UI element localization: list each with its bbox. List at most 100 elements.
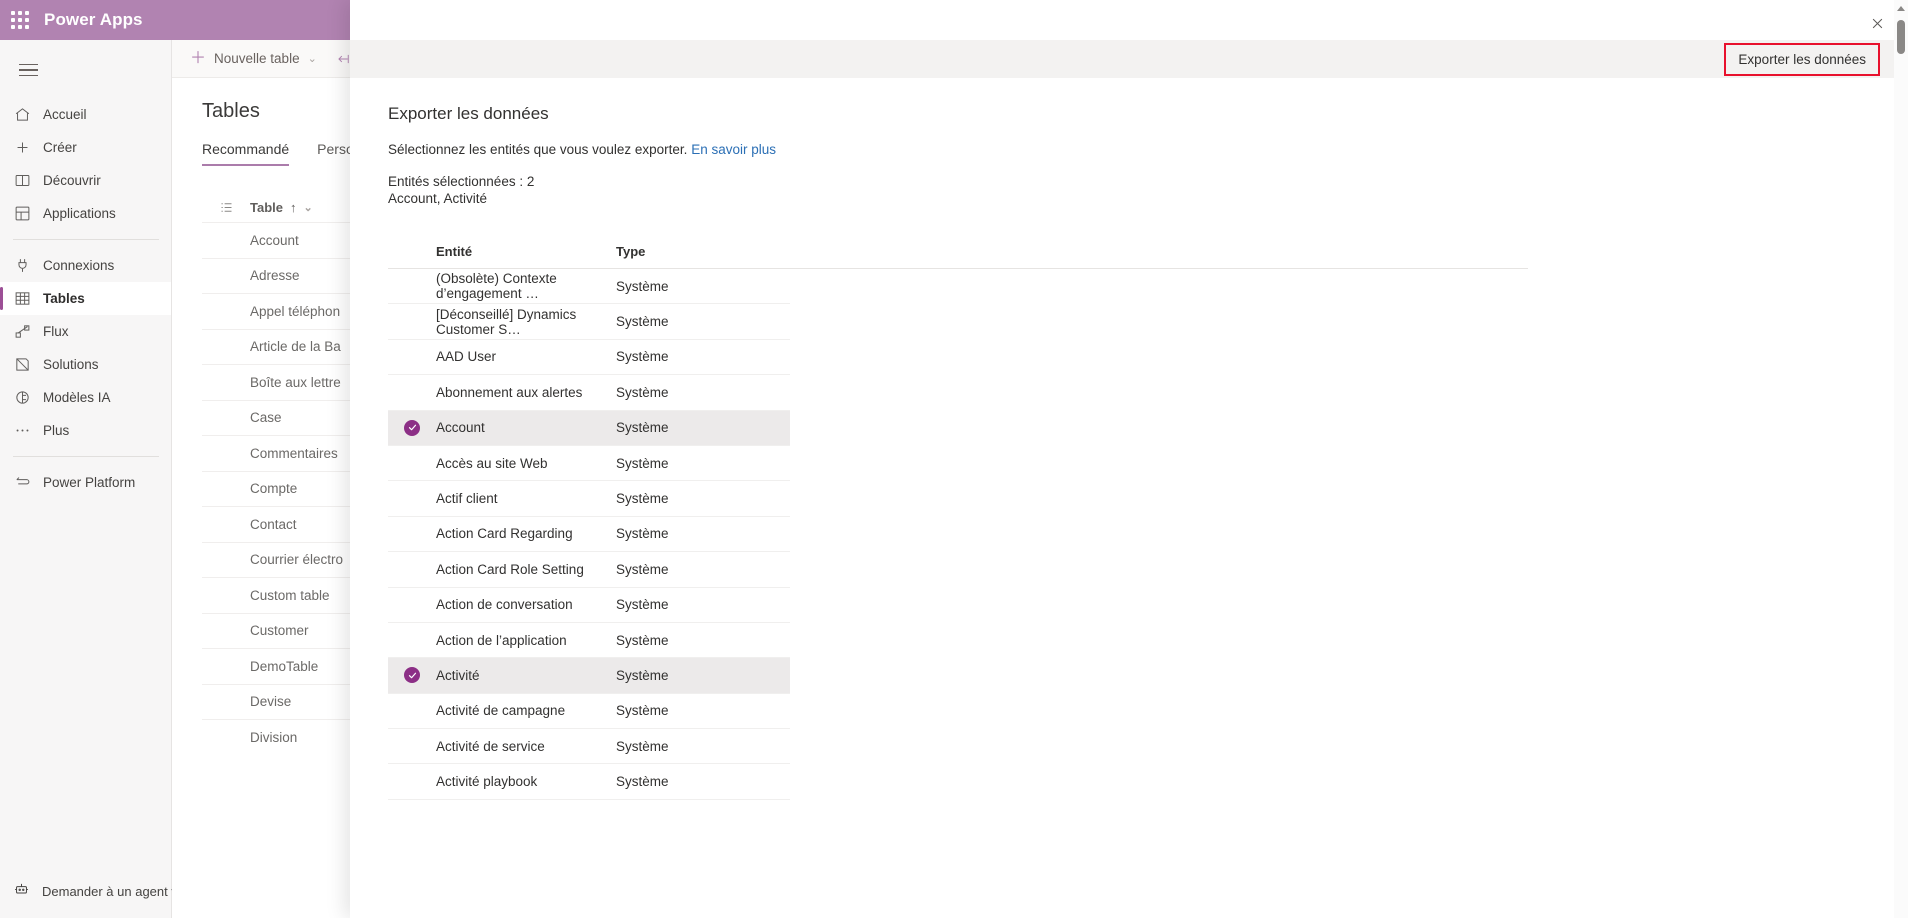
entity-type: Système bbox=[616, 561, 669, 577]
chevron-down-icon[interactable]: ⌄ bbox=[308, 52, 317, 65]
entity-name: Action Card Regarding bbox=[436, 526, 573, 542]
import-arrow-icon bbox=[335, 52, 351, 66]
entity-type: Système bbox=[616, 597, 669, 613]
sidebar-item-power-platform[interactable]: Power Platform bbox=[0, 466, 171, 499]
entity-type: Système bbox=[616, 314, 669, 330]
table-row-label: Division bbox=[250, 729, 298, 745]
check-circle-icon bbox=[404, 667, 420, 684]
entity-row[interactable]: Accès au site Web Système bbox=[388, 446, 790, 482]
entities-rows: (Obsolète) Contexte d’engagement … Systè… bbox=[388, 269, 1528, 800]
power-platform-icon bbox=[13, 474, 31, 492]
entity-row[interactable]: Action de conversation Système bbox=[388, 588, 790, 623]
robot-icon bbox=[13, 881, 30, 901]
entity-row[interactable]: (Obsolète) Contexte d’engagement … Systè… bbox=[388, 269, 790, 305]
selected-count-label: Entités sélectionnées : 2 bbox=[388, 174, 535, 189]
table-row-label: Boîte aux lettre bbox=[250, 374, 341, 390]
entity-row[interactable]: Abonnement aux alertes Système bbox=[388, 375, 790, 411]
solutions-icon bbox=[13, 356, 31, 374]
entity-type: Système bbox=[616, 632, 669, 648]
sidebar-item-decouvrir[interactable]: Découvrir bbox=[0, 164, 171, 197]
entity-name: AAD User bbox=[436, 349, 497, 365]
entity-name: Activité bbox=[436, 667, 480, 683]
plus-icon: ＋ bbox=[190, 49, 207, 67]
panel-command-bar: Exporter les données bbox=[350, 40, 1908, 78]
sidebar-label: Accueil bbox=[43, 107, 87, 122]
entity-row[interactable]: Actif client Système bbox=[388, 481, 790, 517]
panel-body: Exporter les données Sélectionnez les en… bbox=[350, 78, 1908, 800]
table-row-label: Compte bbox=[250, 481, 298, 497]
entity-row[interactable]: Activité playbook Système bbox=[388, 764, 790, 800]
ellipsis-icon bbox=[13, 422, 31, 440]
hamburger-icon[interactable] bbox=[8, 48, 48, 92]
entities-header-row: Entité Type bbox=[388, 233, 1528, 259]
sidebar-item-connexions[interactable]: Connexions bbox=[0, 249, 171, 282]
learn-more-link[interactable]: En savoir plus bbox=[691, 142, 776, 157]
scroll-up-arrow-icon[interactable] bbox=[1897, 6, 1905, 11]
entity-type: Système bbox=[616, 455, 669, 471]
export-data-button[interactable]: Exporter les données bbox=[1724, 42, 1880, 76]
screen: Power Apps Accueil Créer Découvrir Appli… bbox=[0, 0, 1908, 918]
new-table-label: Nouvelle table bbox=[214, 51, 300, 66]
sidebar-label: Solutions bbox=[43, 357, 99, 372]
panel-title: Exporter les données bbox=[388, 104, 549, 123]
sidebar-item-plus[interactable]: Plus bbox=[0, 414, 171, 447]
entity-row-selected[interactable]: Activité Système bbox=[388, 658, 790, 694]
entity-row[interactable]: [Déconseillé] Dynamics Customer S… Systè… bbox=[388, 304, 790, 340]
new-table-button[interactable]: ＋ Nouvelle table ⌄ bbox=[190, 49, 317, 67]
entity-type: Système bbox=[616, 420, 669, 436]
entity-name: Accès au site Web bbox=[436, 455, 548, 471]
sort-list-icon[interactable] bbox=[202, 200, 250, 215]
sidebar-item-accueil[interactable]: Accueil bbox=[0, 98, 171, 131]
entity-type: Système bbox=[616, 703, 669, 719]
tab-recommande[interactable]: Recommandé bbox=[202, 141, 290, 166]
sidebar-label: Tables bbox=[43, 291, 85, 306]
plus-icon bbox=[13, 139, 31, 157]
entity-row[interactable]: Action Card Role Setting Système bbox=[388, 552, 790, 588]
entity-row[interactable]: Action de l’application Système bbox=[388, 623, 790, 659]
entity-name: Action Card Role Setting bbox=[436, 561, 584, 577]
table-row-label: Customer bbox=[250, 623, 309, 639]
entity-checkbox-checked[interactable] bbox=[388, 419, 436, 436]
waffle-grid-icon[interactable] bbox=[10, 10, 30, 30]
table-row-label: Devise bbox=[250, 694, 292, 710]
ai-brain-icon bbox=[13, 389, 31, 407]
plug-icon bbox=[13, 257, 31, 275]
sidebar-label: Modèles IA bbox=[43, 390, 111, 405]
page-scrollbar[interactable] bbox=[1894, 0, 1908, 918]
table-row-label: Contact bbox=[250, 516, 297, 532]
entity-row[interactable]: AAD User Système bbox=[388, 340, 790, 376]
sidebar-label: Plus bbox=[43, 423, 70, 438]
entity-type: Système bbox=[616, 738, 669, 754]
entity-row[interactable]: Action Card Regarding Système bbox=[388, 517, 790, 553]
grid-column-table[interactable]: Table ↑ ⌄ bbox=[250, 200, 313, 215]
scrollbar-thumb[interactable] bbox=[1897, 20, 1905, 54]
entity-name: Activité de campagne bbox=[436, 703, 566, 719]
close-icon[interactable] bbox=[1866, 12, 1888, 34]
virtual-agent-label: Demander à un agent virt bbox=[42, 883, 172, 899]
entity-type: Système bbox=[616, 278, 669, 294]
table-row-label: Commentaires bbox=[250, 445, 338, 461]
sidebar-label: Découvrir bbox=[43, 173, 101, 188]
sidebar-item-creer[interactable]: Créer bbox=[0, 131, 171, 164]
selected-entities-names: Account, Activité bbox=[388, 191, 488, 206]
sidebar-item-solutions[interactable]: Solutions bbox=[0, 348, 171, 381]
virtual-agent-button[interactable]: Demander à un agent virt bbox=[0, 876, 172, 906]
entity-checkbox-checked[interactable] bbox=[388, 667, 436, 684]
chevron-down-icon[interactable]: ⌄ bbox=[304, 201, 313, 214]
entity-row[interactable]: Activité de service Système bbox=[388, 729, 790, 765]
sort-arrow-icon: ↑ bbox=[290, 199, 297, 215]
table-row-label: Account bbox=[250, 232, 299, 248]
table-icon bbox=[13, 290, 31, 308]
table-row-label: Case bbox=[250, 410, 282, 426]
sidebar-label: Flux bbox=[43, 324, 69, 339]
table-row-label: Custom table bbox=[250, 587, 330, 603]
sidebar-item-applications[interactable]: Applications bbox=[0, 197, 171, 230]
entity-row-selected[interactable]: Account Système bbox=[388, 410, 790, 446]
entity-row[interactable]: Activité de campagne Système bbox=[388, 694, 790, 730]
sidebar-label: Connexions bbox=[43, 258, 115, 273]
sidebar-item-tables[interactable]: Tables bbox=[0, 282, 171, 315]
entity-type: Système bbox=[616, 491, 669, 507]
entity-name: Activité playbook bbox=[436, 774, 538, 790]
sidebar-item-modeles-ia[interactable]: Modèles IA bbox=[0, 381, 171, 414]
sidebar-item-flux[interactable]: Flux bbox=[0, 315, 171, 348]
